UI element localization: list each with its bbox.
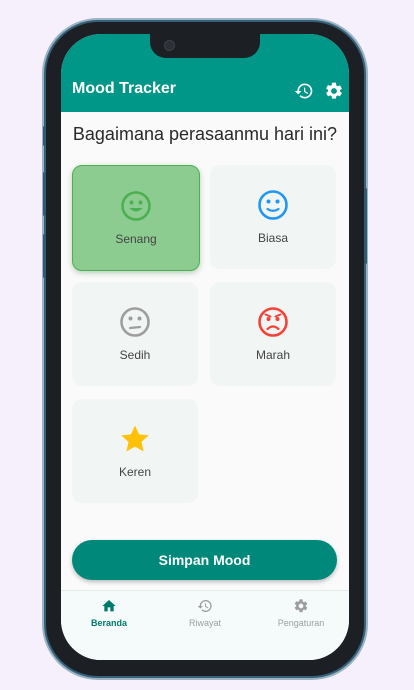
app-bar: Mood Tracker	[61, 34, 349, 112]
mood-card-marah[interactable]: Marah	[210, 282, 336, 386]
mood-label: Keren	[118, 465, 152, 479]
history-icon[interactable]	[294, 81, 314, 101]
phone-volume-down	[43, 234, 46, 278]
nav-label: Pengaturan	[277, 618, 325, 628]
app-title: Mood Tracker	[72, 80, 177, 97]
sad-face-icon	[120, 307, 150, 337]
app-screen: Mood Tracker Bagaimana perasaanmu hari i…	[61, 34, 349, 660]
phone-volume-up	[43, 172, 46, 216]
history-icon	[197, 600, 212, 612]
mood-card-keren[interactable]: Keren	[72, 399, 198, 503]
settings-icon	[294, 599, 308, 613]
nav-label: Beranda	[90, 618, 127, 628]
mood-card-biasa[interactable]: Biasa	[210, 165, 336, 269]
home-icon	[102, 600, 116, 612]
mood-card-sedih[interactable]: Sedih	[72, 282, 198, 386]
bottom-navigation: Beranda Riwayat Pengaturan	[61, 590, 349, 660]
nav-label: Riwayat	[188, 618, 221, 628]
nav-item-beranda[interactable]: Beranda	[61, 591, 157, 641]
happy-face-icon	[121, 191, 151, 221]
mood-label: Biasa	[257, 231, 289, 245]
front-camera	[164, 40, 175, 51]
neutral-face-icon	[258, 190, 288, 220]
mood-card-senang[interactable]: Senang	[72, 165, 200, 271]
mood-label: Sedih	[119, 348, 151, 362]
phone-side-button	[43, 126, 46, 146]
save-mood-button[interactable]: Simpan Mood	[72, 540, 337, 580]
star-icon	[121, 425, 149, 452]
nav-item-riwayat[interactable]: Riwayat	[157, 591, 253, 641]
settings-icon[interactable]	[324, 81, 344, 101]
phone-power-button	[364, 188, 367, 264]
nav-item-pengaturan[interactable]: Pengaturan	[253, 591, 349, 641]
mood-label: Senang	[115, 232, 157, 246]
mood-question: Bagaimana perasaanmu hari ini?	[72, 124, 338, 144]
angry-face-icon	[258, 307, 288, 337]
phone-notch	[150, 34, 260, 58]
mood-label: Marah	[255, 348, 290, 362]
